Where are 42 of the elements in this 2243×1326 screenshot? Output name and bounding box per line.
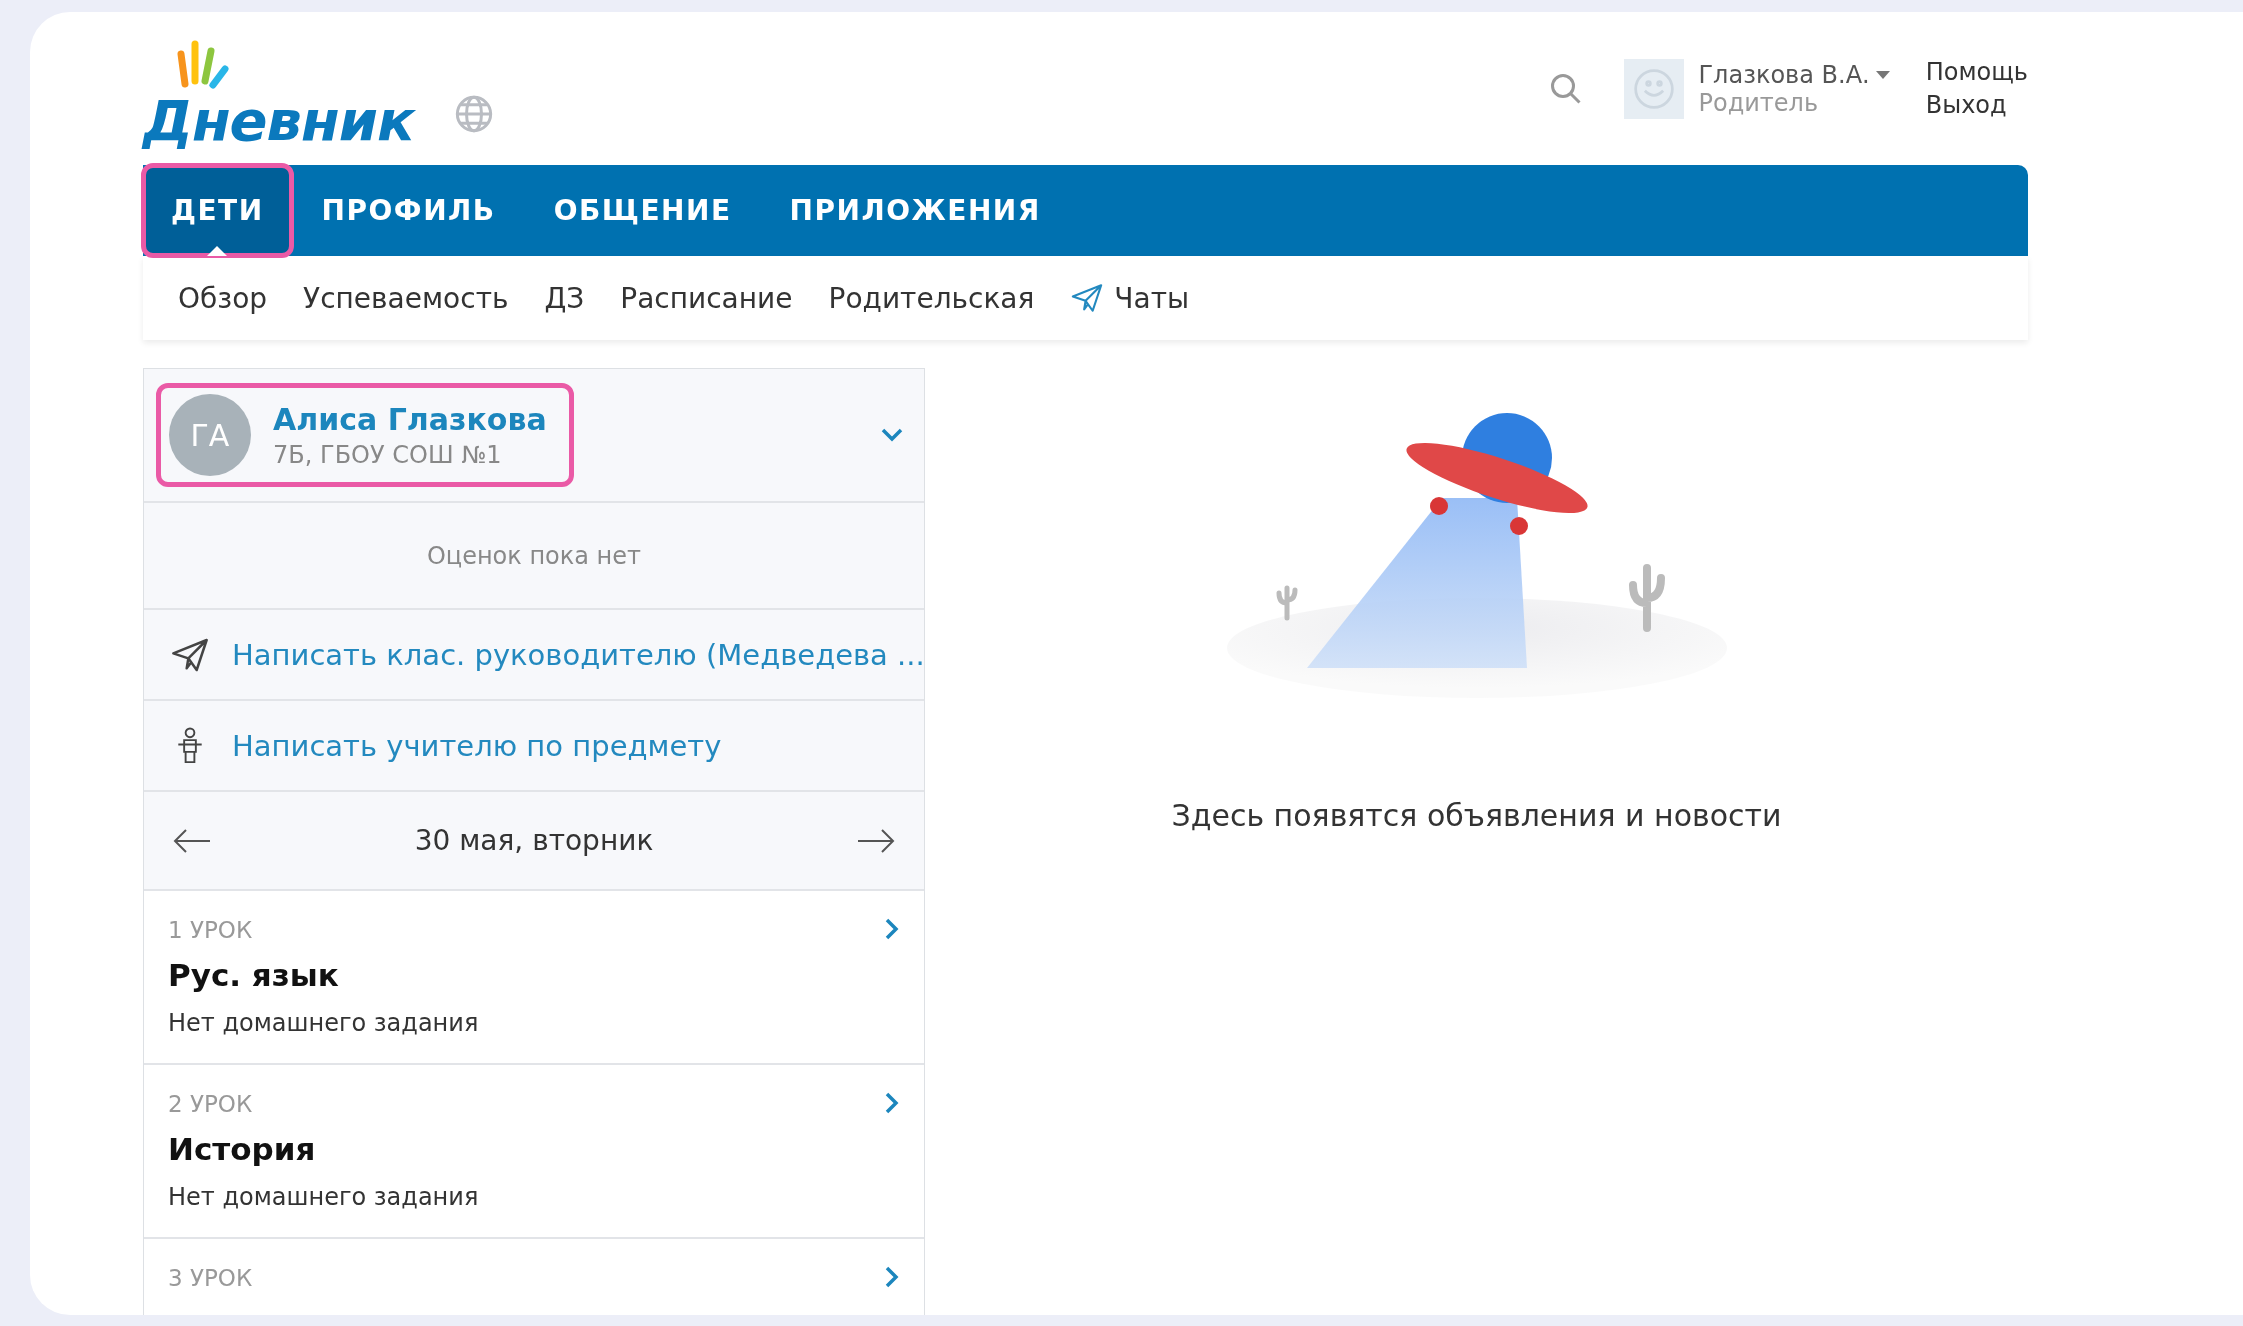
nav-tab[interactable]: ПРОФИЛЬ [293, 165, 524, 256]
sub-nav-link[interactable]: Обзор [178, 281, 268, 315]
message-link[interactable]: Написать учителю по предмету [232, 728, 722, 763]
sub-nav-link[interactable]: Успеваемость [303, 281, 509, 315]
sub-nav-link[interactable]: Расписание [620, 281, 793, 315]
lesson-item[interactable]: 1 УРОК Рус. язык Нет домашнего задания [144, 891, 924, 1065]
student-school: 7Б, ГБОУ СОШ №1 [273, 440, 503, 469]
sub-nav-link[interactable]: Чаты [1070, 281, 1190, 315]
homework-note: Нет домашнего задания [168, 1009, 480, 1037]
lesson-subject: Рус. язык [168, 957, 340, 993]
sub-nav-link[interactable]: ДЗ [544, 281, 585, 315]
message-link[interactable]: Написать клас. руководителю (Медведева ... [232, 637, 925, 672]
logo-text[interactable]: Дневник [143, 92, 414, 149]
paper-plane-icon [1070, 281, 1105, 315]
chevron-down-icon[interactable] [880, 427, 904, 443]
person-icon [175, 726, 205, 765]
nav-tab[interactable]: ОБЩЕНИЕ [525, 165, 760, 256]
header-link[interactable]: Помощь [1925, 56, 2028, 89]
lesson-item[interactable]: 2 УРОК История Нет домашнего задания [144, 1065, 924, 1239]
chevron-right-icon[interactable] [884, 1265, 900, 1289]
sub-nav-link[interactable]: Родительская [828, 281, 1035, 315]
student-name: Алиса Глазкова [273, 401, 547, 437]
user-role: Родитель [1698, 88, 1820, 117]
no-grades-note: Оценок пока нет [426, 541, 642, 570]
chevron-right-icon[interactable] [884, 1091, 900, 1115]
nav-tab[interactable]: ДЕТИ [143, 165, 292, 256]
user-name[interactable]: Глазкова В.А. [1698, 60, 1870, 89]
homework-note: Нет домашнего задания [168, 1183, 480, 1211]
date-label: 30 мая, вторник [413, 824, 655, 857]
nav-tab[interactable]: ПРИЛОЖЕНИЯ [761, 165, 1069, 256]
empty-news-text: Здесь появятся объявления и новости [1171, 798, 1782, 833]
lesson-number: 3 УРОК [168, 1265, 254, 1291]
previous-day-arrow-icon[interactable] [172, 826, 212, 855]
dropdown-caret-icon[interactable] [1875, 70, 1890, 79]
lesson-number: 1 УРОК [168, 917, 254, 943]
header-link[interactable]: Выход [1925, 88, 2028, 121]
lesson-number: 2 УРОК [168, 1091, 254, 1117]
initials-avatar: ГА [169, 394, 251, 476]
chevron-right-icon[interactable] [884, 917, 900, 941]
next-day-arrow-icon[interactable] [856, 826, 896, 855]
lesson-subject: История [168, 1131, 317, 1167]
student-card[interactable]: ГА Алиса Глазкова 7Б, ГБОУ СОШ №1 [156, 383, 574, 487]
